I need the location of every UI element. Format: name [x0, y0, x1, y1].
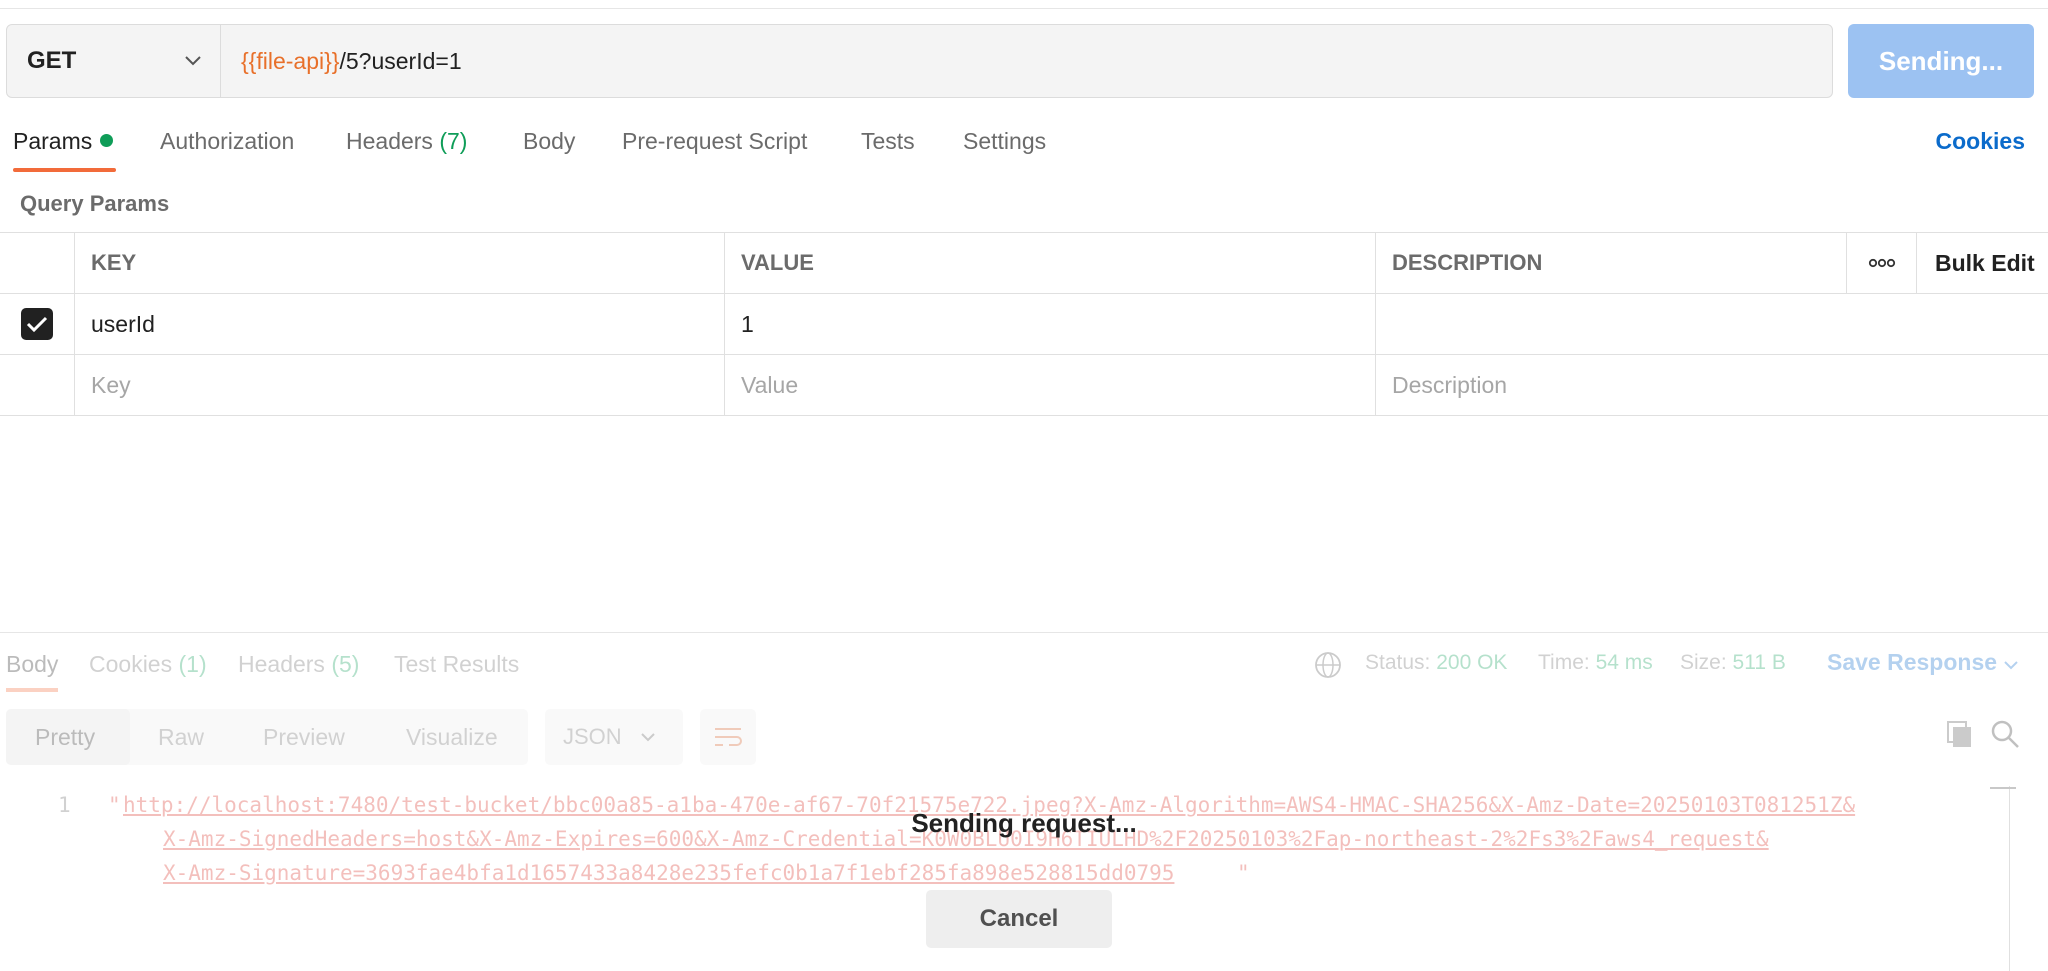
response-tab-cookies-label: Cookies [89, 651, 173, 677]
editor-scroll-marker [1990, 787, 2016, 789]
request-tabs: Params Authorization Headers (7) Body Pr… [0, 118, 2048, 174]
url-variable: {{file-api}} [241, 47, 340, 74]
row-enabled-checkbox[interactable] [21, 308, 53, 340]
query-params-title: Query Params [20, 191, 170, 216]
time-readout[interactable]: Time: 54 ms [1538, 651, 1653, 675]
size-readout[interactable]: Size: 511 B [1680, 651, 1786, 675]
tab-headers-count: (7) [439, 128, 468, 154]
column-header-description: DESCRIPTION [1375, 233, 1846, 293]
row-checkbox-cell [0, 294, 74, 354]
tab-prerequest-script[interactable]: Pre-request Script [622, 128, 807, 155]
time-label: Time: [1538, 651, 1590, 674]
more-options-button[interactable] [1846, 233, 1916, 293]
send-button[interactable]: Sending... [1848, 24, 2034, 98]
wrap-lines-button[interactable] [700, 709, 756, 765]
tab-headers[interactable]: Headers (7) [346, 128, 467, 155]
tab-settings[interactable]: Settings [963, 128, 1046, 155]
view-raw[interactable]: Raw [158, 724, 204, 751]
view-preview[interactable]: Preview [263, 724, 345, 751]
tab-headers-label: Headers [346, 128, 433, 154]
header-checkbox-cell [0, 233, 74, 293]
status-readout[interactable]: Status: 200 OK [1365, 651, 1507, 675]
tab-params-label: Params [13, 128, 93, 154]
tab-params[interactable]: Params [13, 128, 114, 155]
new-description-field[interactable]: Description [1375, 355, 2048, 415]
close-quote: " [1237, 861, 1250, 885]
new-value-field[interactable]: Value [724, 355, 1375, 415]
response-tab-cookies-count: (1) [178, 651, 207, 677]
column-header-value: VALUE [724, 233, 1375, 293]
param-description-field[interactable] [1375, 294, 2048, 354]
response-tab-test-results[interactable]: Test Results [394, 651, 519, 678]
globe-icon[interactable] [1314, 651, 1342, 679]
copy-icon[interactable] [1945, 719, 1975, 749]
column-header-key: KEY [74, 233, 724, 293]
search-icon[interactable] [1990, 719, 2020, 749]
tab-authorization[interactable]: Authorization [160, 128, 294, 155]
request-url-bar: GET {{file-api}}/5?userId=1 [6, 24, 1833, 98]
tab-body[interactable]: Body [523, 128, 575, 155]
url-path: /5?userId=1 [339, 47, 462, 74]
method-label: GET [27, 47, 77, 74]
response-tab-body[interactable]: Body [6, 651, 58, 678]
status-label: Status: [1365, 651, 1431, 674]
view-pretty[interactable]: Pretty [35, 724, 95, 751]
response-tab-cookies[interactable]: Cookies (1) [89, 651, 207, 678]
response-tab-headers[interactable]: Headers (5) [238, 651, 359, 678]
code-line-3[interactable]: X-Amz-Signature=3693fae4bfa1d1657433a842… [163, 861, 1174, 885]
url-input[interactable]: {{file-api}}/5?userId=1 [221, 25, 1832, 97]
save-response-label: Save Response [1827, 649, 1998, 675]
cancel-button[interactable]: Cancel [926, 890, 1112, 948]
param-key-field[interactable]: userId [74, 294, 724, 354]
save-response-button[interactable]: Save Response [1827, 649, 2019, 676]
view-visualize[interactable]: Visualize [406, 724, 498, 751]
more-icon [1868, 258, 1895, 268]
table-header-row: KEY VALUE DESCRIPTION Bulk Edit [0, 233, 2048, 294]
chevron-down-icon [2004, 661, 2019, 670]
wrap-lines-icon [715, 728, 742, 746]
status-value: 200 OK [1436, 651, 1508, 674]
format-select[interactable]: JSON [545, 709, 683, 765]
size-label: Size: [1680, 651, 1727, 674]
table-row: userId 1 [0, 294, 2048, 355]
method-select[interactable]: GET [7, 25, 221, 97]
top-divider [0, 8, 2048, 9]
chevron-down-icon [185, 56, 201, 66]
size-value: 511 B [1732, 651, 1786, 674]
bulk-edit-button[interactable]: Bulk Edit [1916, 233, 2048, 293]
cookies-link[interactable]: Cookies [1936, 128, 2025, 155]
time-value: 54 ms [1595, 651, 1653, 674]
params-active-dot [100, 134, 114, 147]
response-tab-headers-count: (5) [331, 651, 360, 677]
format-label: JSON [563, 724, 622, 749]
active-tab-indicator [13, 168, 116, 172]
new-row-checkbox-cell [0, 355, 74, 415]
sending-request-message: Sending request... [911, 808, 1137, 838]
tab-tests[interactable]: Tests [861, 128, 915, 155]
chevron-down-icon [641, 733, 655, 742]
param-value-field[interactable]: 1 [724, 294, 1375, 354]
table-row-new: Key Value Description [0, 355, 2048, 416]
response-active-tab-indicator [6, 688, 58, 692]
checkmark-icon [26, 316, 48, 333]
response-tab-headers-label: Headers [238, 651, 325, 677]
query-params-table: KEY VALUE DESCRIPTION Bulk Edit userId 1… [0, 232, 2048, 416]
new-key-field[interactable]: Key [74, 355, 724, 415]
